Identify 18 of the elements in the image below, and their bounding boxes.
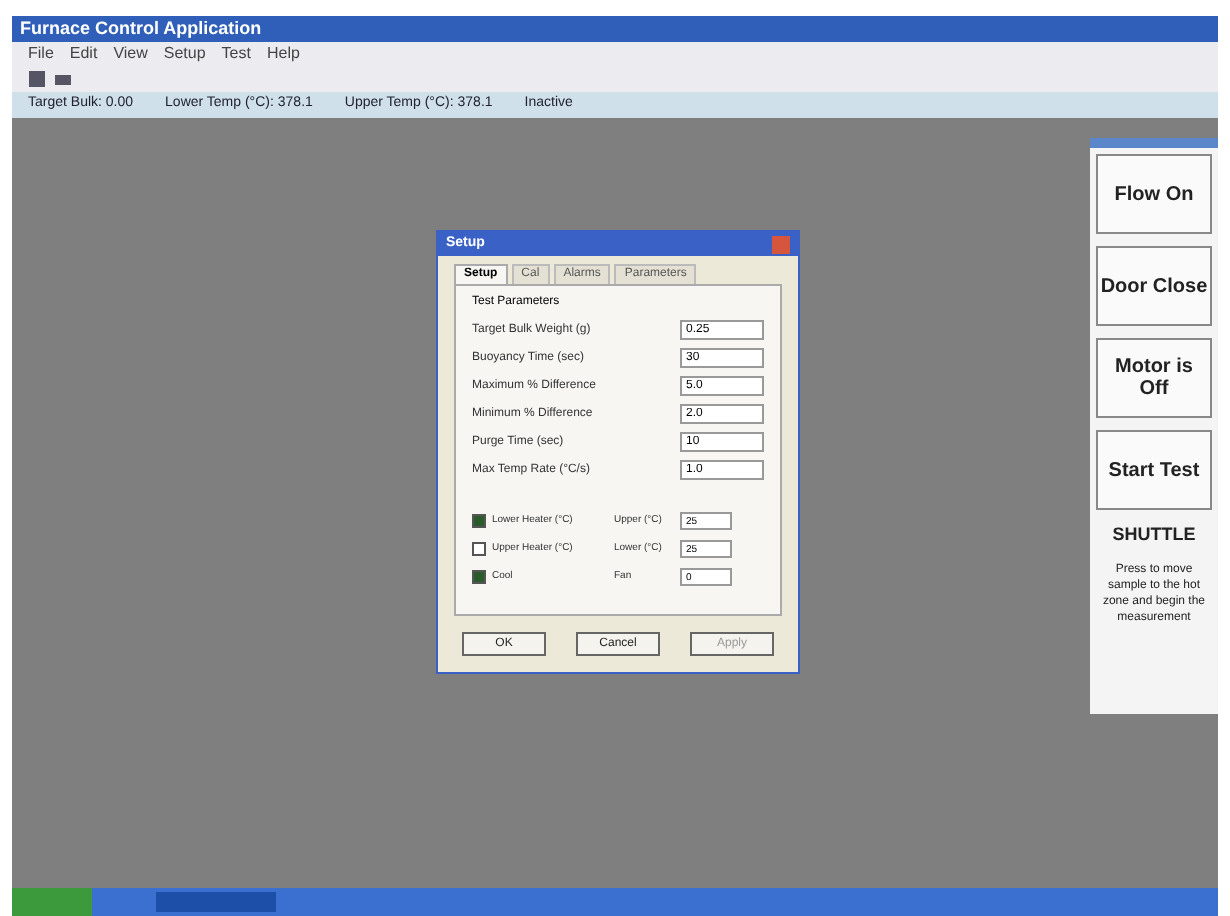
window-title: Furnace Control Application	[20, 20, 262, 38]
checkbox[interactable]	[472, 514, 486, 528]
menu-item[interactable]: View	[113, 42, 148, 66]
note-title: SHUTTLE	[1110, 522, 1198, 548]
menu-item[interactable]: Edit	[69, 42, 98, 66]
panel-button[interactable]: Motor is Off	[1096, 338, 1212, 418]
menu-item[interactable]: Setup	[163, 42, 206, 66]
menu-item[interactable]: Test	[221, 42, 251, 66]
menu-item[interactable]: File	[28, 42, 54, 66]
panel-button[interactable]: Flow On	[1096, 154, 1212, 234]
checkbox[interactable]	[472, 542, 486, 556]
start-button[interactable]	[12, 888, 92, 916]
checkbox[interactable]	[472, 570, 486, 584]
panel-button[interactable]: Start Test	[1096, 430, 1212, 510]
close-icon[interactable]	[772, 235, 790, 253]
taskbar-item[interactable]	[156, 892, 276, 912]
panel-button[interactable]: Door Close	[1096, 246, 1212, 326]
menu-item[interactable]: Help	[266, 42, 300, 66]
